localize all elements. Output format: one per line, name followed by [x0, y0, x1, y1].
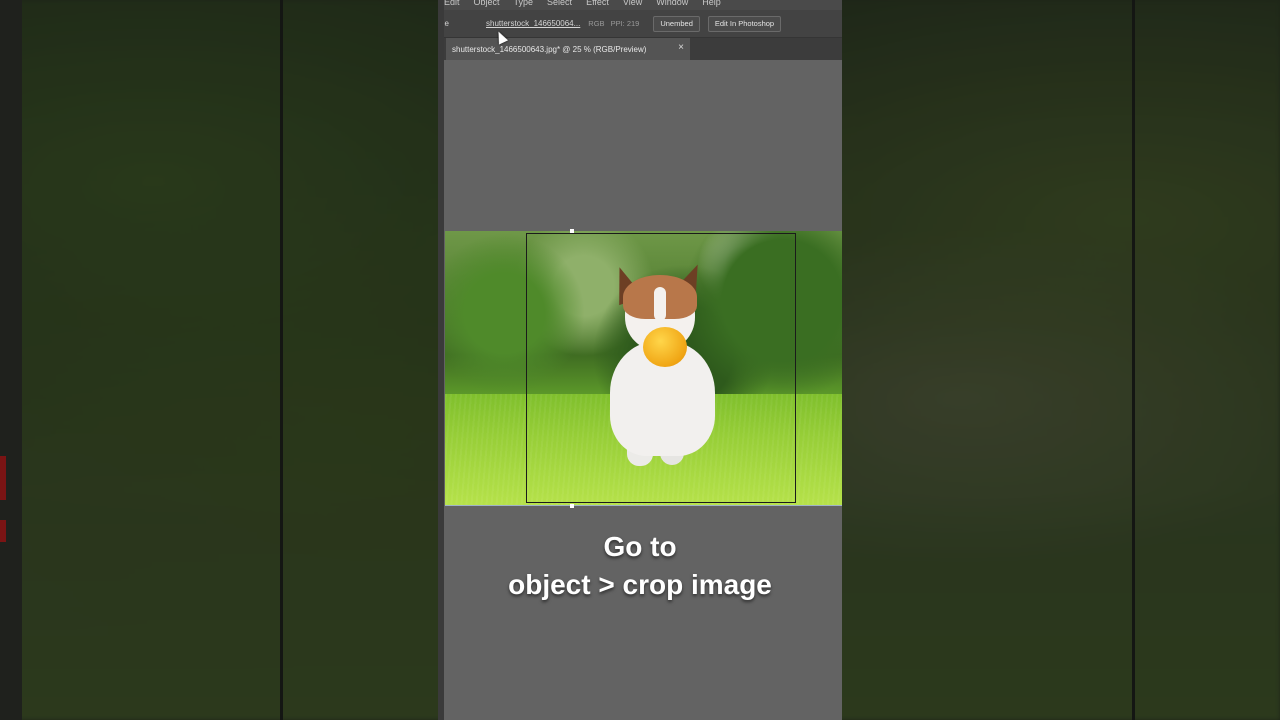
tutorial-caption: Go to object > crop image	[438, 528, 842, 604]
background-divider-left	[280, 0, 283, 720]
caption-line-1: Go to	[603, 531, 677, 562]
crop-handle-top[interactable]	[570, 229, 574, 233]
image-label: ge	[440, 19, 449, 28]
left-edge-strip	[0, 0, 22, 720]
menu-select[interactable]: Select	[547, 0, 572, 10]
crop-handle-bottom[interactable]	[570, 504, 574, 508]
color-mode: RGB	[588, 19, 605, 28]
linked-file-name[interactable]: shutterstock_146650064...	[486, 19, 580, 28]
menu-object[interactable]: Object	[474, 0, 500, 10]
selection-bounding-edge	[445, 505, 842, 506]
left-red-tab	[0, 456, 6, 500]
menu-type[interactable]: Type	[514, 0, 534, 10]
document-tab-title: shutterstock_1466500643.jpg* @ 25 % (RGB…	[452, 44, 647, 54]
edit-in-photoshop-button[interactable]: Edit In Photoshop	[707, 15, 782, 32]
caption-line-2: object > crop image	[508, 569, 772, 600]
menu-view[interactable]: View	[623, 0, 642, 10]
ppi-readout: PPI: 219	[610, 19, 640, 28]
menu-help[interactable]: Help	[702, 0, 721, 10]
menu-bar: Edit Object Type Select Effect View Wind…	[438, 0, 842, 10]
tools-panel-edge	[438, 0, 444, 720]
document-tab[interactable]: shutterstock_1466500643.jpg* @ 25 % (RGB…	[446, 38, 690, 60]
close-icon[interactable]: ×	[678, 42, 684, 53]
menu-edit[interactable]: Edit	[444, 0, 460, 10]
left-red-tab-small	[0, 520, 6, 542]
unembed-button[interactable]: Unembed	[653, 15, 700, 32]
menu-effect[interactable]: Effect	[586, 0, 609, 10]
menu-window[interactable]: Window	[656, 0, 688, 10]
crop-frame[interactable]	[526, 233, 796, 503]
background-divider-right	[1132, 0, 1135, 720]
